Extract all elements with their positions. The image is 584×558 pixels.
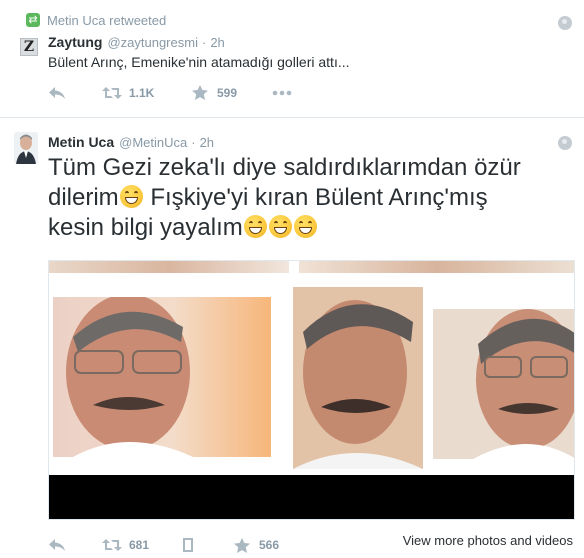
retweet-button[interactable]: 1.1K bbox=[102, 86, 192, 100]
reply-button[interactable] bbox=[48, 538, 102, 552]
separator-dot: · bbox=[201, 35, 207, 50]
author-name[interactable]: Zaytung bbox=[48, 34, 102, 50]
retweet-count: 681 bbox=[129, 538, 150, 552]
grinning-face-emoji bbox=[243, 215, 267, 238]
photo-top-strip bbox=[299, 261, 574, 273]
more-dots-icon bbox=[272, 90, 292, 95]
avatar-letter: Z bbox=[23, 39, 35, 55]
tweet-text: Bülent Arınç, Emenike'nin atamadığı goll… bbox=[48, 54, 350, 70]
separator-dot: · bbox=[191, 135, 196, 150]
author-name[interactable]: Metin Uca bbox=[48, 134, 114, 150]
tweet-media-photo[interactable] bbox=[48, 260, 575, 520]
favorite-count: 566 bbox=[259, 538, 280, 552]
retweet-count: 1.1K bbox=[129, 85, 155, 100]
view-more-photos-link[interactable]: View more photos and videos bbox=[403, 533, 573, 548]
tweet-text-fragment: Fışkiye'yi kıran Bülent Arınç'mış bbox=[143, 184, 488, 211]
tweet-metin-uca[interactable]: Metin Uca @MetinUca · 2h Tüm Gezi zeka'l… bbox=[0, 118, 584, 558]
favorite-button[interactable]: 599 bbox=[192, 85, 272, 100]
grinning-face-emoji bbox=[293, 215, 317, 238]
photo-frame-3 bbox=[433, 309, 574, 459]
author-handle[interactable]: @MetinUca bbox=[119, 135, 187, 150]
timestamp[interactable]: 2h bbox=[200, 135, 214, 150]
grinning-face-emoji bbox=[268, 215, 292, 238]
avatar-metin-uca[interactable] bbox=[14, 132, 38, 164]
retweet-icon bbox=[102, 539, 122, 551]
avatar-zaytung[interactable]: Z bbox=[20, 38, 38, 56]
grinning-face-emoji bbox=[119, 185, 143, 208]
tweet-header: Zaytung @zaytungresmi · 2h bbox=[48, 34, 225, 50]
tweet-text-line-1: Tüm Gezi zeka'lı diye saldırdıklarımdan … bbox=[48, 154, 521, 181]
author-handle[interactable]: @zaytungresmi bbox=[107, 35, 198, 50]
retweet-button[interactable]: 681 bbox=[102, 538, 182, 552]
reply-icon bbox=[49, 539, 65, 551]
tweet-text-fragment: kesin bilgi yayalım bbox=[48, 214, 243, 241]
tweet-actions: 681 566 bbox=[48, 537, 314, 553]
more-button[interactable] bbox=[272, 90, 292, 96]
tweet-text-fragment: dilerim bbox=[48, 184, 119, 211]
reply-icon bbox=[49, 86, 65, 99]
photo-frame-1 bbox=[53, 297, 271, 457]
share-button[interactable] bbox=[182, 537, 234, 553]
tweet-zaytung[interactable]: ⇄ Metin Uca retweeted Z Zaytung @zaytung… bbox=[0, 0, 584, 118]
favorite-button[interactable]: 566 bbox=[234, 537, 314, 553]
star-icon bbox=[192, 85, 208, 100]
share-icon bbox=[183, 538, 193, 552]
tweet-text-line-2: dilerim Fışkiye'yi kıran Bülent Arınç'mı… bbox=[48, 183, 568, 213]
photo-top-strip bbox=[49, 261, 289, 273]
tweet-actions: 1.1K 599 bbox=[48, 85, 292, 100]
tweet-header: Metin Uca @MetinUca · 2h bbox=[48, 134, 214, 150]
avatar-portrait bbox=[14, 132, 38, 164]
retweet-context-label[interactable]: Metin Uca retweeted bbox=[47, 13, 166, 28]
photo-bottom-bar bbox=[49, 475, 574, 519]
favorite-count: 599 bbox=[217, 85, 238, 100]
globe-icon[interactable] bbox=[558, 136, 572, 150]
globe-icon[interactable] bbox=[558, 16, 572, 30]
reply-button[interactable] bbox=[48, 86, 102, 100]
retweet-badge-icon: ⇄ bbox=[26, 13, 40, 27]
tweet-text: Tüm Gezi zeka'lı diye saldırdıklarımdan … bbox=[48, 153, 568, 243]
tweet-text-line-3: kesin bilgi yayalım bbox=[48, 213, 568, 243]
retweet-icon bbox=[102, 86, 122, 99]
retweet-context: ⇄ Metin Uca retweeted bbox=[26, 12, 166, 28]
timestamp[interactable]: 2h bbox=[210, 35, 224, 50]
photo-frame-2 bbox=[293, 287, 423, 469]
star-icon bbox=[234, 537, 250, 553]
